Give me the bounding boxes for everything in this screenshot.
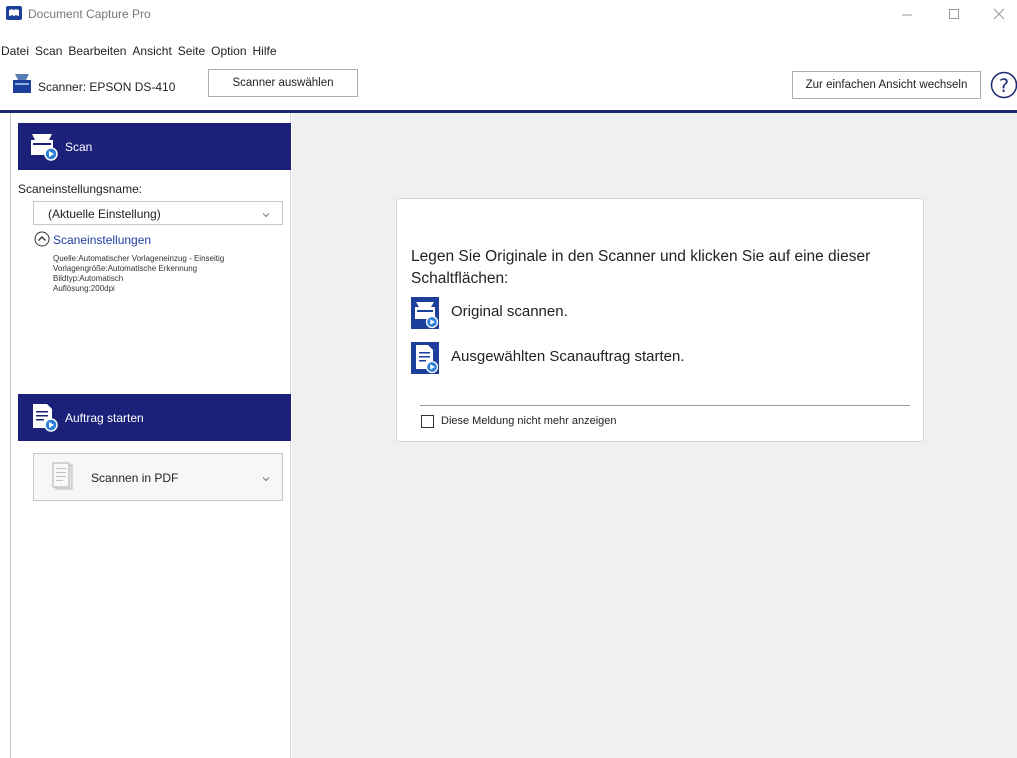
scan-settings-link[interactable]: Scaneinstellungen — [53, 233, 151, 247]
simple-view-button[interactable]: Zur einfachen Ansicht wechseln — [792, 71, 981, 99]
menu-option[interactable]: Option — [210, 44, 251, 62]
toolbar: Scanner: EPSON DS-410 Scanner auswählen … — [0, 62, 1017, 110]
minimize-button[interactable] — [889, 2, 925, 26]
job-header-label: Auftrag starten — [65, 411, 144, 425]
settings-name-value: (Aktuelle Einstellung) — [48, 207, 161, 221]
job-select[interactable]: Scannen in PDF — [33, 453, 283, 501]
start-job-text: Ausgewählten Scanauftrag starten. — [451, 348, 685, 365]
start-job-button[interactable]: Auftrag starten — [18, 394, 291, 441]
scan-button[interactable]: Scan — [18, 123, 291, 170]
divider — [420, 405, 910, 406]
maximize-button[interactable] — [936, 2, 972, 26]
title-bar: Document Capture Pro — [0, 0, 1017, 28]
settings-name-select[interactable]: (Aktuelle Einstellung) — [33, 201, 283, 225]
scan-icon — [28, 131, 58, 161]
dont-show-checkbox[interactable] — [421, 415, 434, 428]
menu-scan[interactable]: Scan — [34, 44, 67, 62]
scan-header-label: Scan — [65, 140, 93, 154]
menu-bar: Datei Scan Bearbeiten Ansicht Seite Opti… — [0, 44, 1017, 62]
left-panel: Scan Scaneinstellungsname: (Aktuelle Ein… — [10, 113, 291, 758]
setting-imagetype: Bildtyp:Automatisch — [53, 274, 124, 283]
menu-seite[interactable]: Seite — [177, 44, 210, 62]
job-icon — [28, 402, 58, 432]
scanner-icon — [12, 73, 32, 95]
dont-show-label[interactable]: Diese Meldung nicht mehr anzeigen — [441, 415, 617, 427]
collapse-settings-icon[interactable] — [34, 231, 50, 247]
window-title: Document Capture Pro — [28, 7, 151, 21]
menu-datei[interactable]: Datei — [0, 44, 34, 62]
job-icon — [411, 342, 439, 374]
scanner-label: Scanner: EPSON DS-410 — [38, 80, 176, 94]
info-card: Legen Sie Originale in den Scanner und k… — [396, 198, 924, 442]
menu-ansicht[interactable]: Ansicht — [131, 44, 176, 62]
chevron-down-icon — [262, 472, 270, 486]
help-icon[interactable]: ? — [990, 71, 1017, 99]
chevron-down-icon — [262, 208, 270, 222]
setting-resolution: Auflösung:200dpi — [53, 284, 115, 293]
menu-bearbeiten[interactable]: Bearbeiten — [67, 44, 131, 62]
app-logo-icon — [6, 6, 22, 20]
scan-original-text: Original scannen. — [451, 303, 568, 320]
job-value: Scannen in PDF — [91, 471, 179, 485]
instruction-text: Legen Sie Originale in den Scanner und k… — [411, 248, 871, 287]
scan-icon — [411, 297, 439, 329]
select-scanner-button[interactable]: Scanner auswählen — [208, 69, 358, 97]
setting-source: Quelle:Automatischer Vorlageneinzug - Ei… — [53, 254, 225, 263]
menu-hilfe[interactable]: Hilfe — [252, 44, 282, 62]
main-area: Legen Sie Originale in den Scanner und k… — [292, 113, 1017, 758]
close-button[interactable] — [981, 2, 1017, 26]
app-window: Document Capture Pro Datei Scan Bearbeit… — [0, 0, 1017, 758]
settings-name-label: Scaneinstellungsname: — [18, 182, 143, 196]
document-icon — [52, 462, 74, 492]
setting-size: Vorlagengröße:Automatische Erkennung — [53, 264, 198, 273]
svg-text:?: ? — [999, 75, 1009, 97]
